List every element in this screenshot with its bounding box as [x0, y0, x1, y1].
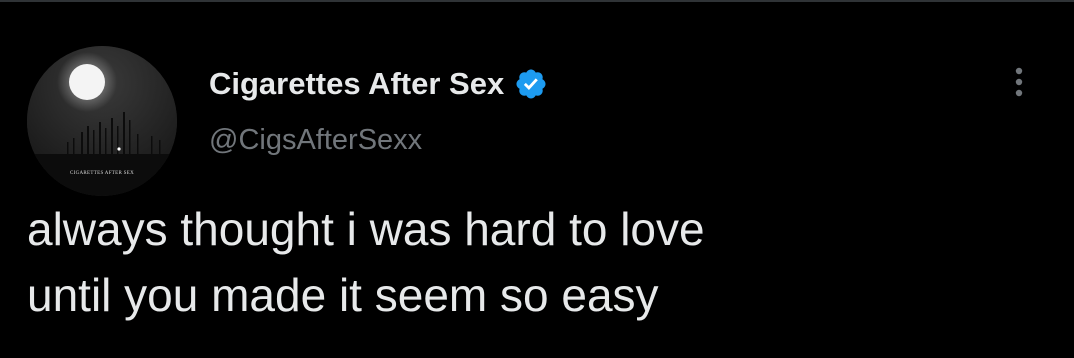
tweet[interactable]: CIGARETTES AFTER SEX Cigarettes After Se…	[0, 0, 1074, 358]
user-handle[interactable]: @CigsAfterSexx	[209, 124, 422, 157]
avatar-caption: CIGARETTES AFTER SEX	[69, 171, 135, 176]
tweet-text: always thought i was hard to love until …	[27, 196, 1057, 328]
author-name-row[interactable]: Cigarettes After Sex	[209, 64, 548, 104]
tweet-text-line-1: always thought i was hard to love	[27, 203, 705, 255]
tweet-text-line-2: until you made it seem so easy	[27, 269, 659, 321]
display-name[interactable]: Cigarettes After Sex	[209, 66, 504, 102]
verified-badge-icon[interactable]	[514, 67, 548, 101]
avatar[interactable]: CIGARETTES AFTER SEX	[27, 46, 177, 196]
more-options-icon[interactable]	[1004, 60, 1034, 104]
